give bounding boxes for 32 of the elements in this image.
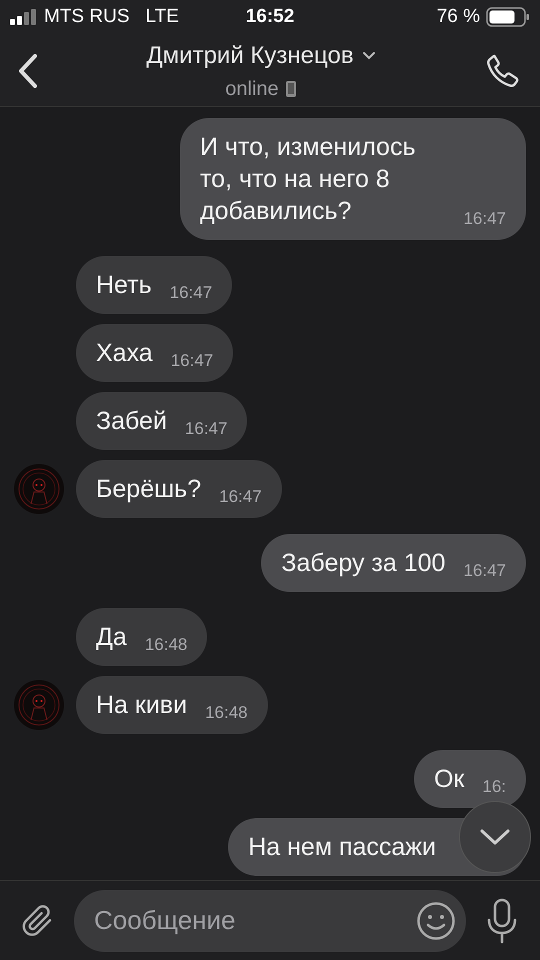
message-time: 16:47 — [170, 282, 212, 304]
network-type: LTE — [146, 4, 179, 29]
message-time: 16:47 — [170, 350, 214, 372]
battery-percent: 76 % — [436, 4, 480, 29]
message-time: 16: — [482, 776, 506, 798]
message-text: И что, изменилось то, что на него 8 добавились? — [200, 132, 416, 227]
phone-icon — [284, 80, 297, 98]
message-text: Ок — [434, 764, 464, 795]
message-time: 16:48 — [144, 634, 188, 656]
signal-icon — [10, 9, 38, 25]
message-text: Берёшь? — [96, 474, 202, 505]
message-time: 16:47 — [463, 208, 506, 230]
message-time: 16:47 — [219, 486, 262, 508]
carrier-name: MTS RUS — [44, 4, 130, 29]
message-time: 16:47 — [463, 560, 506, 582]
message-text: Забей — [96, 406, 167, 437]
contact-name[interactable]: Дмитрий Кузнецов — [146, 38, 354, 74]
message-text: Хаха — [96, 338, 153, 369]
message-field[interactable]: Сообщение — [74, 890, 466, 952]
chevron-down-icon[interactable] — [362, 51, 376, 60]
chevron-down-icon[interactable] — [479, 828, 511, 846]
battery-icon — [486, 7, 530, 27]
message-time: 16:48 — [205, 702, 248, 724]
message-text: Заберу за 100 — [281, 548, 446, 579]
message-text: Неть — [96, 270, 152, 301]
presence-status: online — [225, 76, 279, 102]
message-text: На киви — [96, 690, 188, 721]
emoji-icon[interactable] — [416, 900, 456, 940]
clock: 16:52 — [246, 6, 294, 27]
message-time: 16:47 — [184, 418, 228, 440]
message-text: Да — [96, 622, 127, 653]
message-text: На нем пассажи — [248, 832, 436, 863]
